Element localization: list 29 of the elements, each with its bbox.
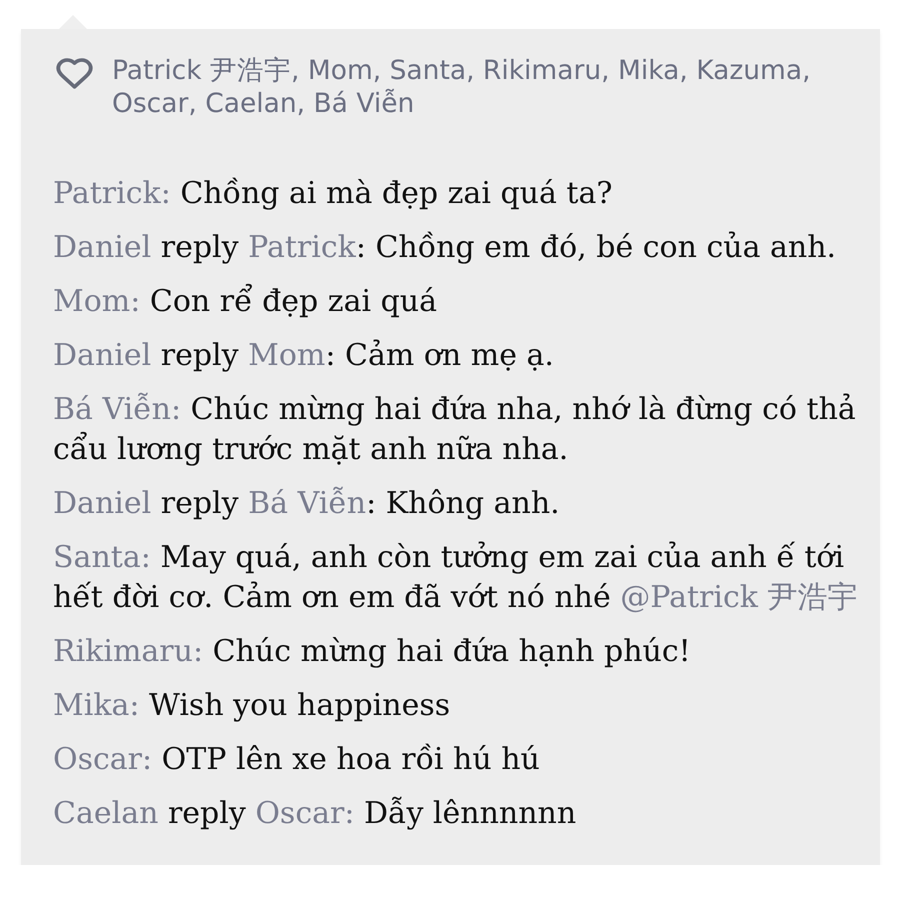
comment-text: Patrick: Chồng ai mà đẹp zai quá ta?	[53, 175, 614, 213]
author-link[interactable]: Patrick:	[53, 176, 171, 211]
comment-text: Daniel reply Mom: Cảm ơn mẹ ạ.	[53, 337, 555, 375]
comment-text: Rikimaru: Chúc mừng hai đứa hạnh phúc!	[53, 633, 692, 671]
author-link[interactable]: Oscar:	[53, 742, 152, 777]
author-link[interactable]: Oscar:	[255, 796, 354, 831]
author-link[interactable]: Patrick	[248, 230, 356, 265]
comment-text: Mika: Wish you happiness	[53, 687, 452, 725]
author-link[interactable]: Daniel	[53, 338, 152, 373]
author-link[interactable]: Mika:	[53, 688, 140, 723]
author-link[interactable]: Daniel	[53, 230, 152, 265]
author-link[interactable]: Caelan	[53, 796, 158, 831]
author-link[interactable]: Bá Viễn	[248, 486, 366, 521]
author-link[interactable]: Mom	[248, 338, 326, 373]
comment-text: Daniel reply Bá Viễn: Không anh.	[53, 485, 561, 523]
author-link[interactable]: Rikimaru:	[53, 634, 204, 669]
comment-text: Oscar: OTP lên xe hoa rồi hú hú	[53, 741, 541, 779]
comment-text: Mom: Con rể đẹp zai quá	[53, 282, 438, 321]
author-link[interactable]: Mom:	[53, 284, 140, 319]
author-link[interactable]: Daniel	[53, 486, 152, 521]
comment-text: Caelan reply Oscar: Dẫy lênnnnnn	[53, 795, 578, 833]
mention-link[interactable]: @Patrick 尹浩宇	[620, 580, 858, 615]
likers-list: Patrick 尹浩宇, Mom, Santa, Rikimaru, Mika, Kazuma, Oscar, Caelan, Bá Viễn	[112, 54, 872, 120]
heart-icon[interactable]	[56, 58, 93, 89]
author-link[interactable]: Santa:	[53, 540, 151, 575]
comment-text: Santa: May quá, anh còn tưởng em zai của anh ế tới hết đời cơ. Cảm ơn em đã vớt nó nhé @Patrick 尹浩宇	[53, 539, 858, 617]
comment-text: Daniel reply Patrick: Chồng em đó, bé con của anh.	[53, 229, 838, 267]
comment-text: Bá Viễn: Chúc mừng hai đứa nha, nhớ là đừng có thả cẩu lương trước mặt anh nữa nha.	[53, 391, 857, 469]
author-link[interactable]: Bá Viễn:	[53, 392, 182, 427]
